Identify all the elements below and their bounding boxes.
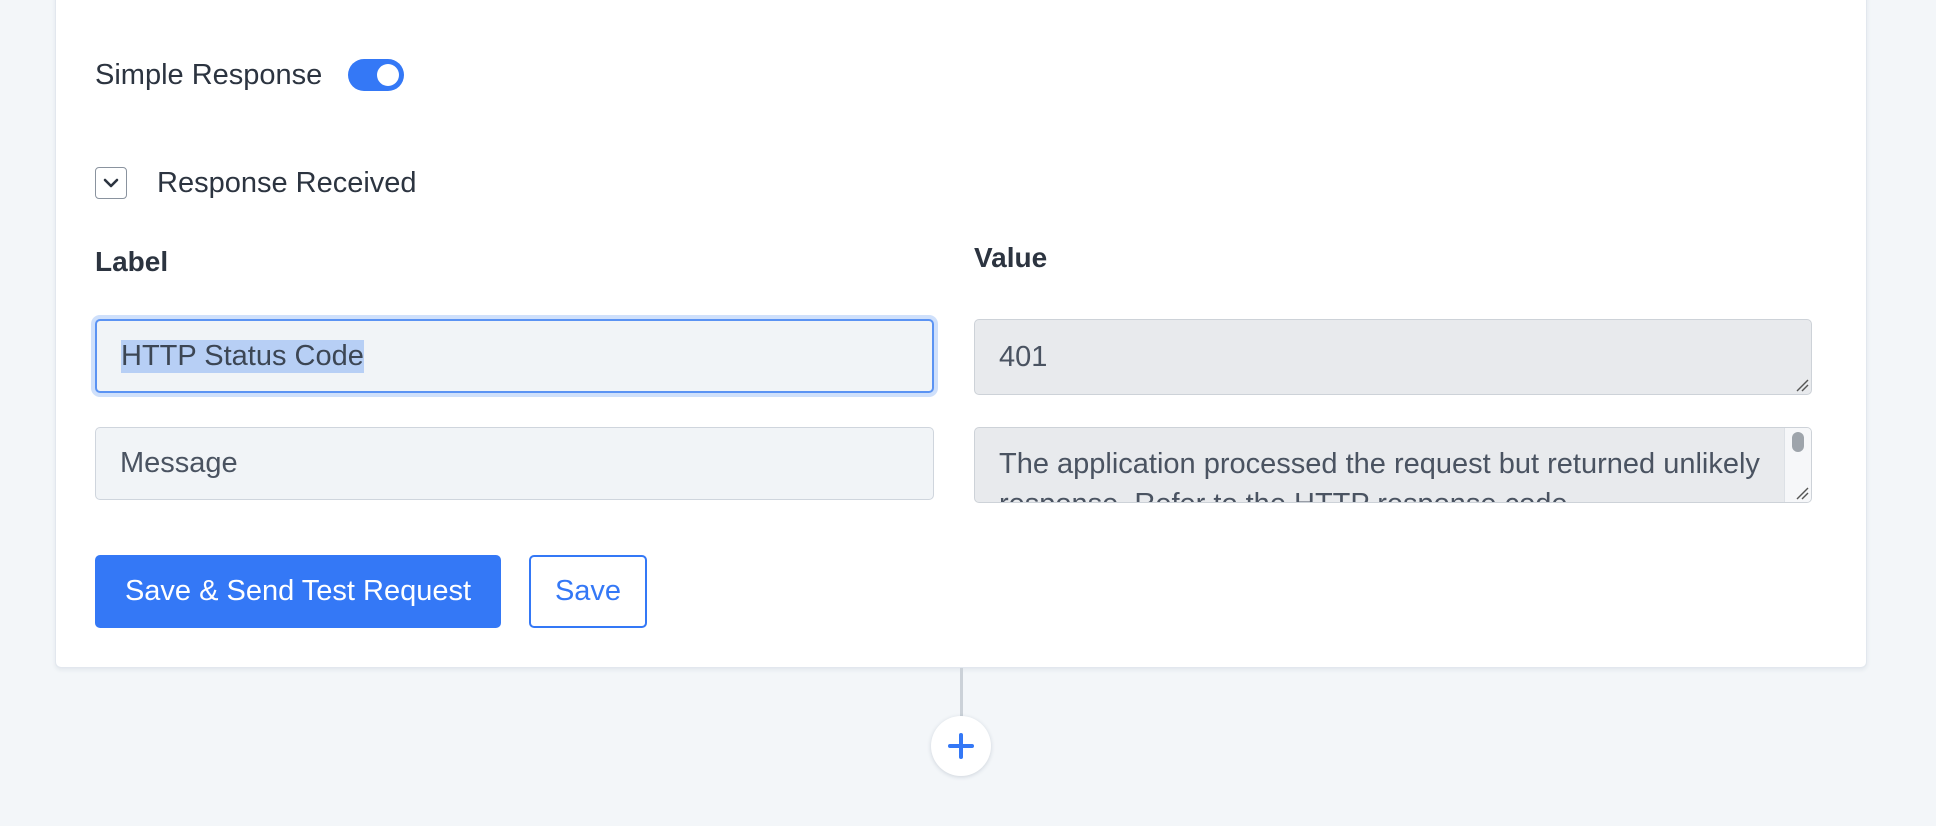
add-step-button[interactable] (931, 716, 991, 776)
resize-grip-icon[interactable] (1795, 378, 1809, 392)
save-and-send-test-request-button[interactable]: Save & Send Test Request (95, 555, 501, 628)
value-column-header: Value (974, 242, 1048, 273)
value-field-http-status[interactable]: 401 (974, 319, 1812, 395)
collapse-toggle-button[interactable] (95, 167, 127, 199)
label-input-http-status[interactable]: HTTP Status Code (95, 319, 934, 393)
simple-response-row: Simple Response (95, 50, 405, 100)
label-column-header: Label (95, 246, 169, 277)
simple-response-label: Simple Response (95, 58, 323, 91)
value-textarea-text: The application processed the request bu… (999, 448, 1760, 502)
section-title: Response Received (157, 166, 417, 199)
save-button[interactable]: Save (529, 555, 647, 628)
label-input-text: Message (120, 447, 238, 479)
plus-icon (948, 733, 974, 759)
flow-connector-line (960, 668, 963, 720)
resize-grip-icon[interactable] (1795, 486, 1809, 500)
toggle-knob (377, 64, 400, 86)
value-field-text: 401 (999, 340, 1048, 373)
value-textarea-message[interactable]: The application processed the request bu… (974, 427, 1812, 503)
chevron-down-icon (103, 178, 119, 188)
label-input-text: HTTP Status Code (121, 339, 364, 373)
scrollbar-thumb[interactable] (1792, 432, 1804, 452)
simple-response-toggle[interactable] (348, 59, 405, 91)
response-received-section: Response Received (95, 165, 417, 201)
label-input-message[interactable]: Message (95, 427, 934, 500)
